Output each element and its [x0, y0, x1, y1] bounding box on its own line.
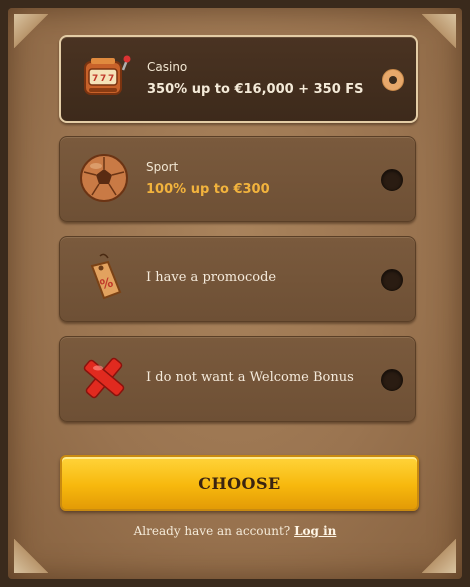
paper-corner-decoration [422, 14, 456, 48]
svg-text:7: 7 [100, 74, 106, 84]
svg-text:7: 7 [92, 74, 98, 84]
svg-text:7: 7 [108, 74, 114, 84]
no-bonus-radio-button[interactable] [381, 369, 403, 391]
login-link[interactable]: Log in [294, 524, 336, 538]
casino-radio-button[interactable] [382, 69, 404, 91]
casino-bonus-text: 350% up to €16,000 + 350 FS [147, 82, 364, 97]
casino-option-title: Casino [147, 60, 188, 74]
no-bonus-option-label: I do not want a Welcome Bonus [146, 370, 354, 385]
slot-machine-icon: 7 7 7 [84, 55, 131, 95]
soccer-ball-icon [80, 154, 128, 202]
promocode-option-label: I have a promocode [146, 270, 277, 285]
paper-corner-decoration [14, 539, 48, 573]
promocode-radio-button[interactable] [381, 269, 403, 291]
bonus-option-no-bonus[interactable]: I do not want a Welcome Bonus [59, 336, 416, 422]
paper-corner-decoration [422, 539, 456, 573]
sport-option-title: Sport [146, 160, 179, 174]
red-cross-icon [83, 357, 125, 399]
login-prompt: Already have an account? Log in [0, 524, 470, 538]
promo-tag-icon: % [90, 253, 122, 300]
paper-corner-decoration [14, 14, 48, 48]
sport-radio-button[interactable] [381, 169, 403, 191]
sport-bonus-text: 100% up to €300 [146, 182, 270, 197]
bonus-option-sport[interactable]: Sport 100% up to €300 [59, 136, 416, 222]
bonus-option-casino[interactable]: 7 7 7 Casino 350% up to €16,000 + 350 FS [59, 35, 418, 123]
choose-button[interactable]: CHOOSE [60, 455, 419, 511]
bonus-option-promocode[interactable]: % I have a promocode [59, 236, 416, 322]
login-prompt-text: Already have an account? [133, 524, 291, 538]
